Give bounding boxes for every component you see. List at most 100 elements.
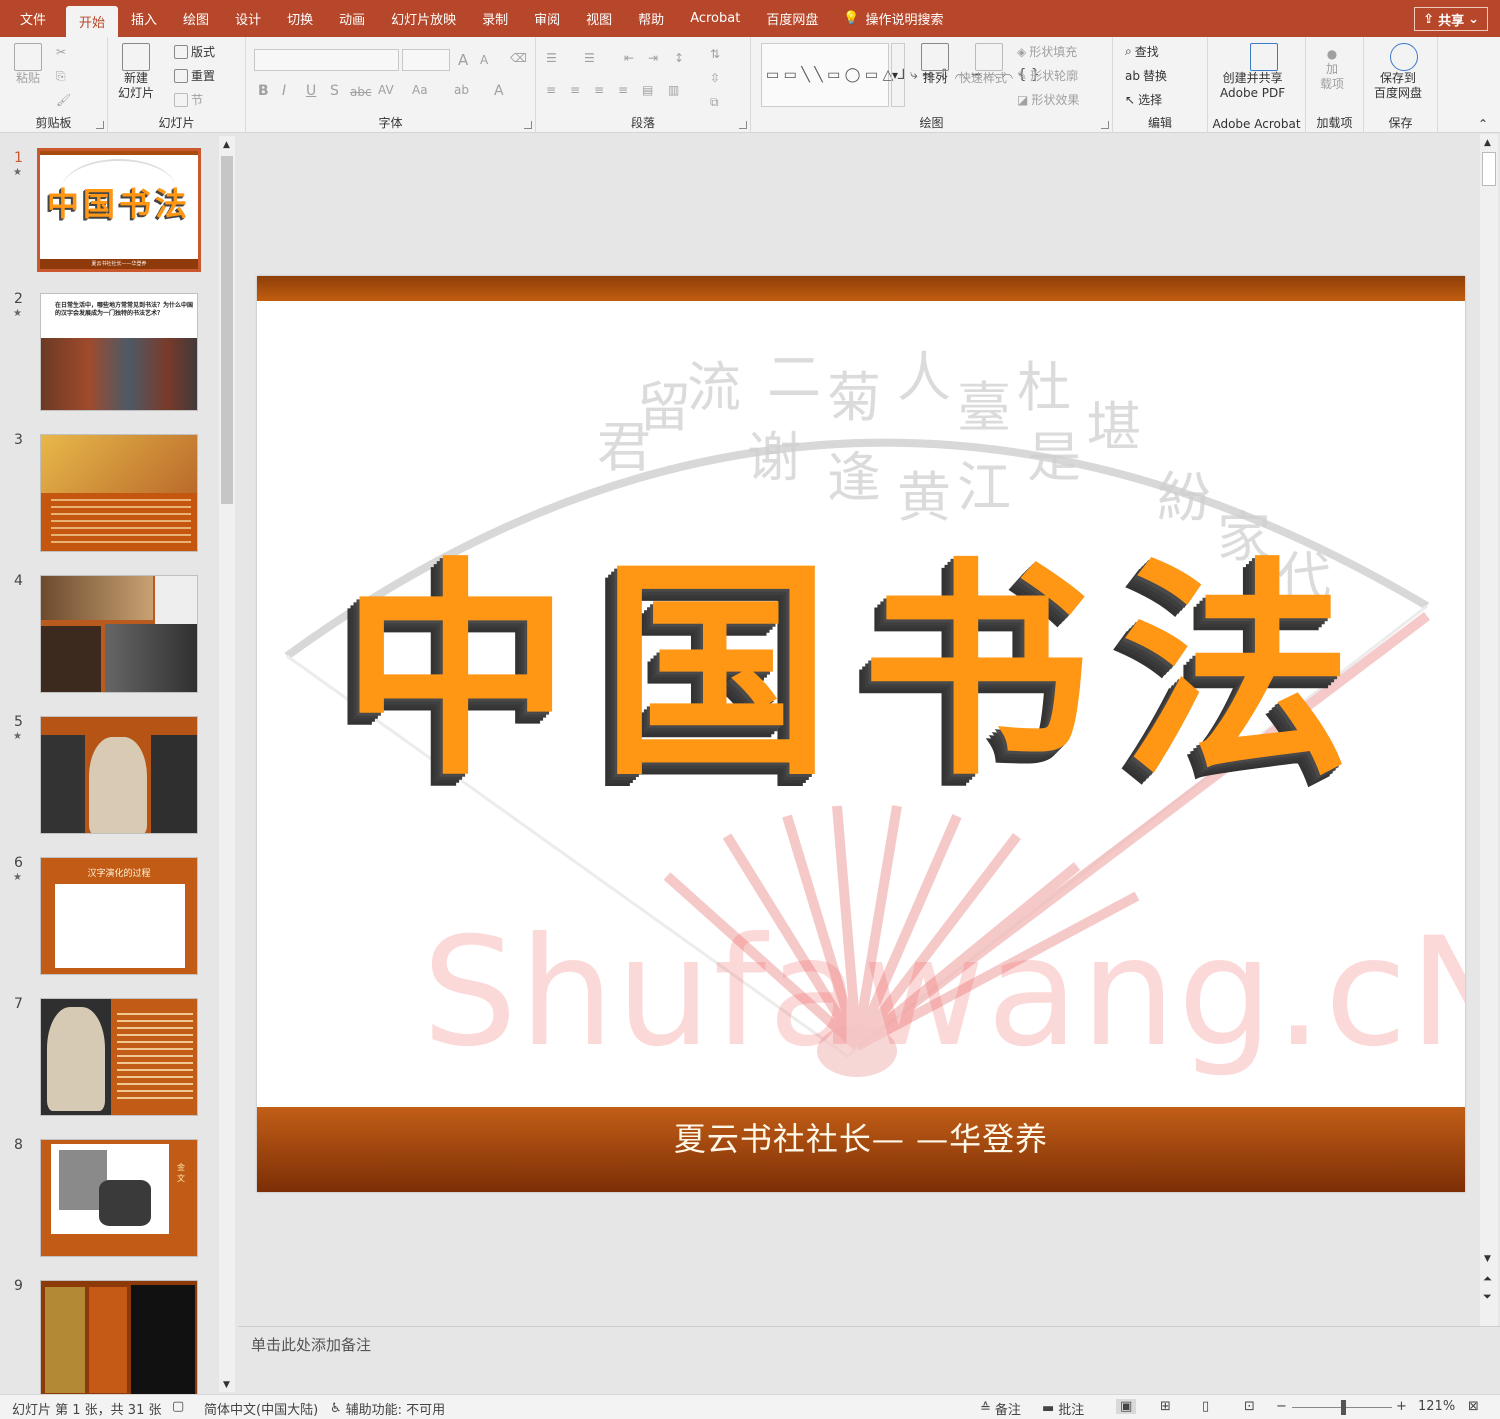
justify-icon[interactable]: ≡ xyxy=(618,83,628,97)
tab-file[interactable]: 文件 xyxy=(0,0,66,37)
slideshow-icon[interactable]: ⊡ xyxy=(1244,1399,1255,1414)
tab-insert[interactable]: 插入 xyxy=(118,0,170,37)
replace-button[interactable]: ab 替换 xyxy=(1125,67,1167,84)
slide-canvas[interactable]: 君留流 二菊人 臺杜堪 谢逢黄 江是紛 家代 中国书法 Shufawang.cN… xyxy=(257,276,1465,1192)
clear-format-icon[interactable]: ⌫ xyxy=(510,51,527,65)
slide-scrollbar[interactable]: ▲ ▼ ⏶ ⏷ xyxy=(1480,134,1498,1326)
scroll-down-icon[interactable]: ▼ xyxy=(1484,1254,1491,1264)
slide-sorter-icon[interactable]: ⊞ xyxy=(1160,1399,1171,1414)
next-slide-icon[interactable]: ⏷ xyxy=(1483,1290,1492,1304)
tab-view[interactable]: 视图 xyxy=(573,0,625,37)
notes-pane[interactable]: 单击此处添加备注 xyxy=(238,1326,1500,1394)
notes-toggle[interactable]: ≙ 备注 xyxy=(980,1399,1021,1418)
thumbnail-scrollbar[interactable]: ▲ ▼ xyxy=(219,136,235,1392)
thumbnail-6[interactable]: 6 ★ 汉字演化的过程 xyxy=(0,855,215,977)
tab-acrobat[interactable]: Acrobat xyxy=(677,0,753,37)
decrease-indent-icon[interactable]: ⇤ xyxy=(624,51,634,65)
thumbnail-9[interactable]: 9 xyxy=(0,1278,215,1394)
align-text-icon[interactable]: ⇳ xyxy=(710,71,720,85)
new-slide-button[interactable]: 新建 幻灯片 xyxy=(118,43,154,101)
dialog-launcher-icon[interactable] xyxy=(96,121,104,129)
dialog-launcher-icon[interactable] xyxy=(739,121,747,129)
section-button[interactable]: 节 xyxy=(174,91,203,108)
smartart-icon[interactable]: ⧉ xyxy=(710,95,719,110)
addins-button[interactable]: ● 加 载项 xyxy=(1320,47,1344,92)
tab-record[interactable]: 录制 xyxy=(469,0,521,37)
fit-to-window-icon[interactable]: ⊠ xyxy=(1468,1399,1479,1414)
tab-review[interactable]: 审阅 xyxy=(521,0,573,37)
reset-button[interactable]: 重置 xyxy=(174,67,215,84)
tab-design[interactable]: 设计 xyxy=(222,0,274,37)
tab-animations[interactable]: 动画 xyxy=(326,0,378,37)
shape-effects-button[interactable]: ◪ 形状效果 xyxy=(1017,91,1079,108)
notes-placeholder[interactable]: 单击此处添加备注 xyxy=(251,1334,371,1355)
thumbnail-4[interactable]: 4 xyxy=(0,573,215,695)
find-button[interactable]: ⌕ 查找 xyxy=(1125,43,1159,60)
thumbnail-8[interactable]: 8 金文 xyxy=(0,1137,215,1259)
zoom-slider-handle[interactable] xyxy=(1341,1400,1346,1415)
previous-slide-icon[interactable]: ⏶ xyxy=(1483,1272,1492,1286)
thumbnail-scrollbar-thumb[interactable] xyxy=(221,156,233,504)
tab-help[interactable]: 帮助 xyxy=(625,0,677,37)
change-case-button[interactable]: Aa xyxy=(412,83,428,97)
char-spacing-button[interactable]: AV xyxy=(378,83,394,97)
italic-button[interactable]: I xyxy=(282,83,286,99)
shadow-button[interactable]: S xyxy=(330,83,339,99)
distributed-icon[interactable]: ▤ xyxy=(642,83,653,97)
reading-view-icon[interactable]: ▯ xyxy=(1202,1399,1209,1414)
comments-toggle[interactable]: ▬ 批注 xyxy=(1042,1399,1084,1418)
create-pdf-button[interactable]: 创建并共享 Adobe PDF xyxy=(1220,43,1285,101)
slide-scrollbar-thumb[interactable] xyxy=(1482,152,1496,186)
bullets-icon[interactable]: ☰ xyxy=(546,51,557,65)
copy-icon[interactable]: ⎘ xyxy=(56,69,66,84)
normal-view-icon[interactable]: ▣ xyxy=(1116,1399,1137,1414)
dialog-launcher-icon[interactable] xyxy=(524,121,532,129)
accessibility-status[interactable]: ♿ 辅助功能: 不可用 xyxy=(330,1399,445,1418)
bold-button[interactable]: B xyxy=(258,83,269,99)
tab-home[interactable]: 开始 xyxy=(66,6,119,37)
language-indicator[interactable]: 简体中文(中国大陆) xyxy=(204,1399,318,1418)
thumbnail-2[interactable]: 2 ★ 在日常生活中，哪些地方常常见到书法？为什么中国的汉字会发展成为一门独特的… xyxy=(0,291,215,413)
arrange-button[interactable]: 排列 xyxy=(921,43,949,86)
share-button[interactable]: ⇪ 共享 ⌄ xyxy=(1414,7,1488,31)
shape-outline-button[interactable]: ✎ 形状轮廓 xyxy=(1017,67,1078,84)
collapse-ribbon-icon[interactable]: ⌃ xyxy=(1478,117,1488,131)
tab-transitions[interactable]: 切换 xyxy=(274,0,326,37)
shrink-font-button[interactable]: A xyxy=(480,53,488,67)
text-direction-icon[interactable]: ⇅ xyxy=(710,47,720,61)
save-to-baidu-button[interactable]: 保存到 百度网盘 xyxy=(1374,43,1422,101)
format-painter-icon[interactable]: 🖌 xyxy=(56,93,71,107)
tab-baidu-netdisk[interactable]: 百度网盘 xyxy=(753,0,831,37)
scroll-down-icon[interactable]: ▼ xyxy=(223,1380,230,1390)
slide-subtitle[interactable]: 夏云书社社长— —华登养 xyxy=(257,1114,1465,1160)
zoom-out-icon[interactable]: − xyxy=(1276,1399,1287,1414)
line-spacing-icon[interactable]: ↕ xyxy=(674,51,684,65)
zoom-level[interactable]: 121% xyxy=(1418,1399,1455,1414)
font-color-button[interactable]: A xyxy=(494,83,504,99)
thumbnail-5[interactable]: 5 ★ xyxy=(0,714,215,836)
font-name-combo[interactable] xyxy=(254,49,399,71)
tab-draw[interactable]: 绘图 xyxy=(170,0,222,37)
spellcheck-icon[interactable]: ▢ xyxy=(172,1399,184,1414)
align-left-icon[interactable]: ≡ xyxy=(546,83,556,97)
slide-title[interactable]: 中国书法 xyxy=(257,486,1465,819)
layout-button[interactable]: 版式 xyxy=(174,43,215,60)
cut-icon[interactable]: ✂ xyxy=(56,45,66,59)
select-button[interactable]: ↖ 选择 xyxy=(1125,91,1162,108)
highlight-icon[interactable]: ab xyxy=(454,83,469,97)
shapes-gallery[interactable]: ▭ ▭ ╲ ╲ ▭ ◯ ▭ △ ⅃ ⤷ ⇨ ⇩ ⌒ ∽ ⌒ ⌒ { } xyxy=(761,43,1040,107)
scroll-up-icon[interactable]: ▲ xyxy=(1484,138,1491,148)
gallery-more-icon[interactable]: ▾ xyxy=(891,43,905,107)
underline-button[interactable]: U xyxy=(306,83,316,99)
columns-icon[interactable]: ▥ xyxy=(668,83,679,97)
align-right-icon[interactable]: ≡ xyxy=(594,83,604,97)
tab-slideshow[interactable]: 幻灯片放映 xyxy=(378,0,469,37)
scroll-up-icon[interactable]: ▲ xyxy=(223,140,230,150)
increase-indent-icon[interactable]: ⇥ xyxy=(648,51,658,65)
zoom-in-icon[interactable]: + xyxy=(1396,1399,1407,1414)
paste-button[interactable]: 粘贴 xyxy=(14,43,42,86)
strikethrough-button[interactable]: abc xyxy=(350,85,372,99)
thumbnail-7[interactable]: 7 xyxy=(0,996,215,1118)
shape-fill-button[interactable]: ◈ 形状填充 xyxy=(1017,43,1077,60)
grow-font-button[interactable]: A xyxy=(458,51,468,69)
